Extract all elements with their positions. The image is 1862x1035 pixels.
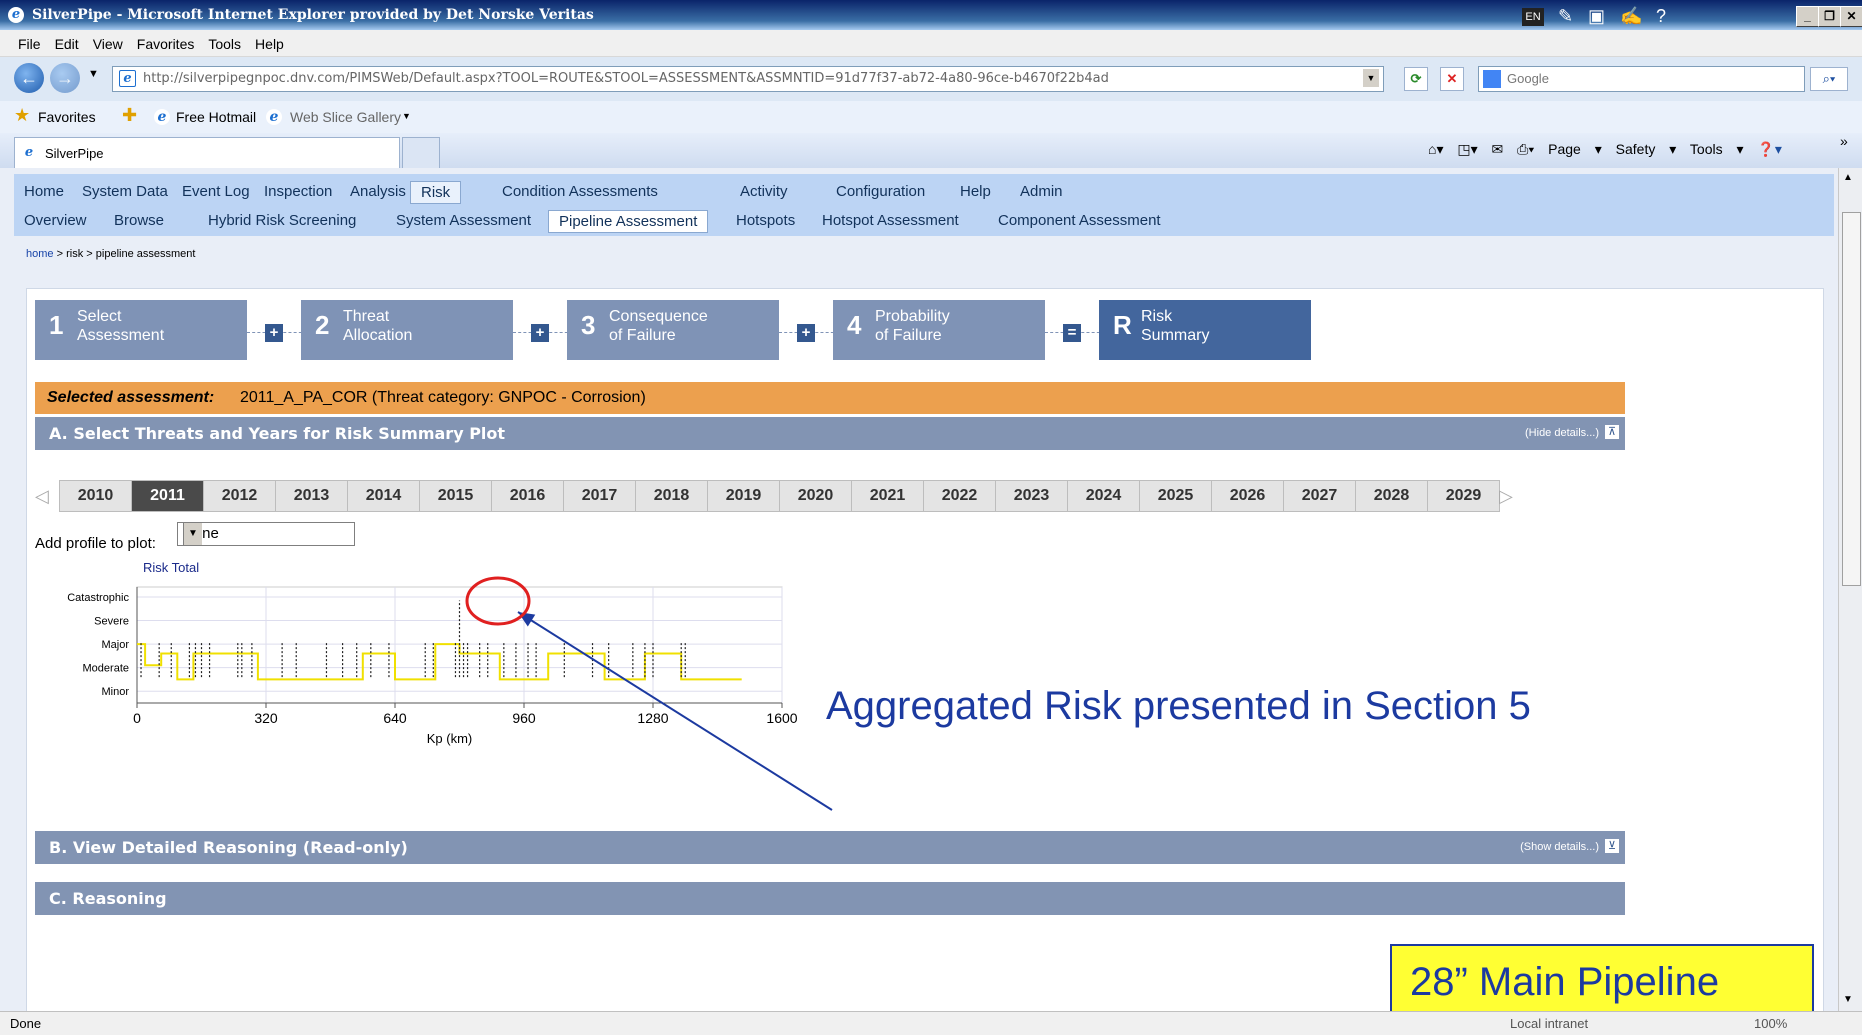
annotation-arrowhead [518, 612, 536, 627]
aggregated-risk-annotation: Aggregated Risk presented in Section 5 [826, 684, 1531, 728]
highlight-circle [465, 576, 531, 626]
annotation-overlay [465, 576, 833, 811]
zone-text: Local intranet [1510, 1016, 1589, 1031]
status-bar: Done Local intranet 100% [0, 1011, 1862, 1035]
main-pipeline-text: 28” Main Pipeline [1410, 960, 1720, 1004]
zoom-text[interactable]: 100% [1754, 1016, 1787, 1031]
status-text: Done [10, 1016, 42, 1031]
annotation-arrow [517, 611, 833, 811]
